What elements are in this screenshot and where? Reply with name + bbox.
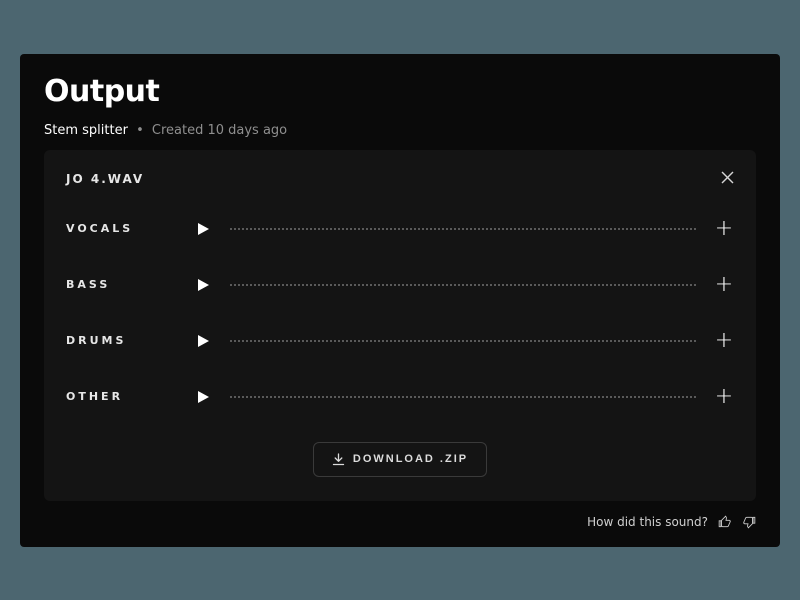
stem-row: DRUMS + [66,330,734,352]
play-button[interactable] [194,220,212,238]
file-header-row: JO 4.WAV [66,170,734,188]
stem-label: BASS [66,278,176,291]
waveform-track[interactable] [230,283,696,286]
source-name: Stem splitter [44,123,128,138]
created-timestamp: Created 10 days ago [152,123,287,138]
download-row: DOWNLOAD .ZIP [66,442,734,477]
feedback-prompt: How did this sound? [587,515,708,529]
download-icon [332,453,345,466]
file-name: JO 4.WAV [66,172,144,186]
thumbs-up-button[interactable] [718,515,732,529]
thumbs-down-button[interactable] [742,515,756,529]
waveform-track[interactable] [230,227,696,230]
separator-dot: • [136,123,144,138]
stem-row: BASS + [66,274,734,296]
download-label: DOWNLOAD .ZIP [353,453,468,465]
play-icon [196,390,210,404]
play-icon [196,334,210,348]
stem-label: VOCALS [66,222,176,235]
play-button[interactable] [194,276,212,294]
stem-row: OTHER + [66,386,734,408]
close-icon [721,171,734,184]
play-icon [196,222,210,236]
add-stem-button[interactable]: + [714,274,734,296]
stems-card: JO 4.WAV VOCALS + BASS + DRUMS + OTHER + DOWNLO… [44,150,756,501]
thumbs-up-icon [718,515,732,529]
play-button[interactable] [194,388,212,406]
stem-label: OTHER [66,390,176,403]
output-panel: Output Stem splitter • Created 10 days a… [20,54,780,547]
play-button[interactable] [194,332,212,350]
waveform-track[interactable] [230,339,696,342]
add-stem-button[interactable]: + [714,330,734,352]
add-stem-button[interactable]: + [714,218,734,240]
subheading: Stem splitter • Created 10 days ago [44,123,756,138]
close-button[interactable] [721,170,734,188]
thumbs-down-icon [742,515,756,529]
download-zip-button[interactable]: DOWNLOAD .ZIP [313,442,487,477]
waveform-track[interactable] [230,395,696,398]
add-stem-button[interactable]: + [714,386,734,408]
feedback-row: How did this sound? [44,515,756,529]
play-icon [196,278,210,292]
stem-row: VOCALS + [66,218,734,240]
page-title: Output [44,74,756,109]
stem-label: DRUMS [66,334,176,347]
